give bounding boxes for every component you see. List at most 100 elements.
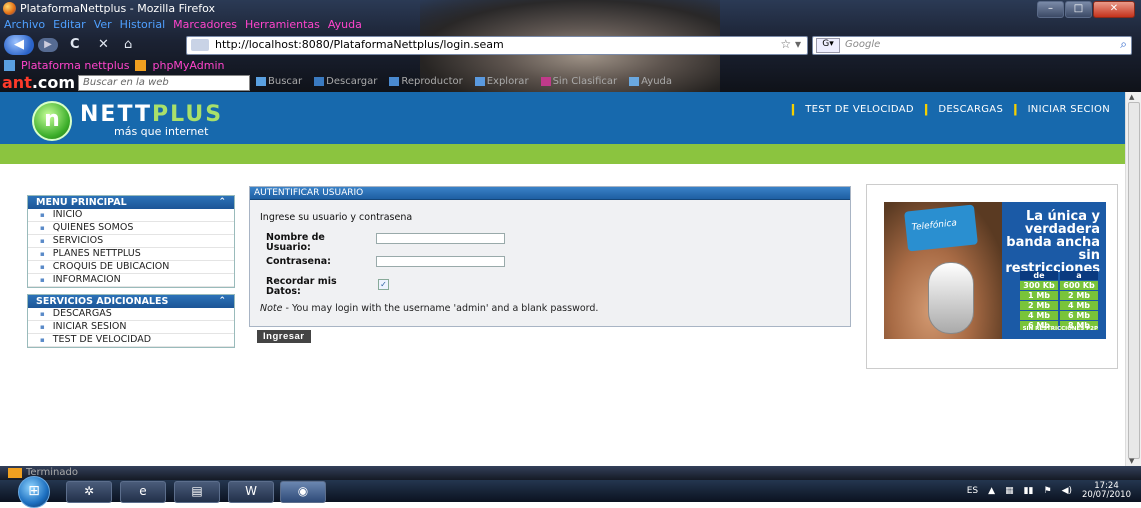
- menu-marcadores[interactable]: Marcadores: [173, 18, 237, 32]
- collapse-chevron-icon[interactable]: ⌃: [218, 196, 226, 209]
- ask-logo: ant.com: [2, 73, 75, 92]
- menu-ver[interactable]: Ver: [94, 18, 112, 32]
- ask-descargar[interactable]: Descargar: [314, 76, 377, 87]
- ask-toolbar: ant.com Buscar en la web Buscar Descarga…: [0, 73, 1141, 92]
- bookmark-plataforma[interactable]: Plataforma nettplus: [21, 59, 129, 72]
- menu-historial[interactable]: Historial: [120, 18, 165, 32]
- vertical-scrollbar[interactable]: ▲ ▼: [1125, 92, 1141, 466]
- bookmarks-toolbar: Plataforma nettplus phpMyAdmin: [0, 58, 224, 72]
- status-icon: [8, 468, 22, 478]
- taskbar-app-ie-icon[interactable]: e: [120, 481, 166, 503]
- ask-ayuda[interactable]: Ayuda: [629, 76, 672, 87]
- home-icon[interactable]: ⌂: [124, 37, 132, 52]
- password-input[interactable]: [376, 256, 505, 267]
- web-page: n NETTPLUS más que internet ǀ TEST DE VE…: [0, 92, 1126, 466]
- top-navigation: ǀ TEST DE VELOCIDAD ǀ DESCARGAS ǀ INICIA…: [791, 102, 1110, 116]
- minimize-button[interactable]: –: [1037, 1, 1064, 18]
- sidebar-item-servicios[interactable]: ▪ SERVICIOS: [28, 235, 234, 248]
- ask-tools: Buscar Descargar Reproductor Explorar Si…: [256, 76, 672, 87]
- bookmark-icon: [4, 59, 15, 71]
- ask-sin-clasificar[interactable]: Sin Clasificar: [540, 76, 617, 87]
- firefox-icon: [3, 2, 16, 15]
- taskbar-app-explorer-icon[interactable]: ▤: [174, 481, 220, 503]
- taskbar-app-firefox-icon[interactable]: ◉: [280, 481, 326, 503]
- ask-search-placeholder: Buscar en la web: [83, 77, 169, 88]
- menu-herramientas[interactable]: Herramientas: [245, 18, 320, 32]
- nav-iniciar-secion[interactable]: INICIAR SECION: [1028, 104, 1110, 115]
- bookmark-star-icon[interactable]: ☆ ▾: [780, 37, 801, 51]
- taskbar-app-word-icon[interactable]: W: [228, 481, 274, 503]
- sidebar-item-croquis[interactable]: ▪ CROQUIS DE UBICACION: [28, 261, 234, 274]
- collapse-chevron-icon[interactable]: ⌃: [218, 295, 226, 308]
- logo-word: NETTPLUS: [80, 102, 224, 127]
- window-controls: – □ ✕: [1037, 1, 1135, 18]
- taskbar-app-network-icon[interactable]: ✲: [66, 481, 112, 503]
- search-placeholder: Google: [845, 39, 881, 50]
- scroll-down-icon[interactable]: ▼: [1129, 457, 1134, 465]
- ask-logo-a: ant: [2, 73, 32, 92]
- password-label: Contrasena:: [266, 256, 331, 267]
- login-header: AUTENTIFICAR USUARIO: [250, 187, 850, 200]
- search-box[interactable]: G▾ Google ⌕: [812, 36, 1132, 55]
- nav-separator: ǀ: [923, 102, 929, 116]
- sidebar-item-test-velocidad[interactable]: ▪ TEST DE VELOCIDAD: [28, 334, 234, 347]
- nav-test-velocidad[interactable]: TEST DE VELOCIDAD: [805, 104, 914, 115]
- sidebar-item-iniciar-sesion[interactable]: ▪ INICIAR SESION: [28, 321, 234, 334]
- sidebar-item-informacion[interactable]: ▪ INFORMACION: [28, 274, 234, 287]
- menu-editar[interactable]: Editar: [53, 18, 86, 32]
- tray-expand-icon[interactable]: ▲: [988, 486, 995, 496]
- menu-principal-panel: MENU PRINCIPAL ⌃ ▪ INICIO ▪ QUIENES SOMOS …: [27, 195, 235, 288]
- sidebar-item-inicio[interactable]: ▪ INICIO: [28, 209, 234, 222]
- ask-search-input[interactable]: Buscar en la web: [78, 75, 250, 91]
- remember-checkbox[interactable]: ✓: [378, 279, 389, 290]
- ingresar-button[interactable]: Ingresar: [257, 330, 311, 343]
- close-button[interactable]: ✕: [1093, 1, 1135, 18]
- phpmyadmin-icon: [135, 59, 147, 71]
- search-icon[interactable]: ⌕: [1120, 37, 1127, 52]
- search-engine-icon[interactable]: G▾: [816, 38, 840, 53]
- forward-button[interactable]: ▶: [38, 38, 58, 52]
- search-icon: [256, 76, 266, 86]
- tray-network-icon[interactable]: ▦: [1005, 486, 1014, 496]
- tray-flag-icon[interactable]: ⚑: [1043, 486, 1051, 496]
- sidebar-item-planes[interactable]: ▪ PLANES NETTPLUS: [28, 248, 234, 261]
- window-titlebar: PlataformaNettplus - Mozilla Firefox – □…: [0, 0, 1141, 18]
- telefonica-ad-banner[interactable]: Telefónica La única y verdadera banda an…: [884, 202, 1106, 339]
- language-indicator[interactable]: ES: [967, 486, 978, 496]
- url-text[interactable]: http://localhost:8080/PlataformaNettplus…: [215, 38, 504, 51]
- ad-footer: SIN RESTRICCIONES P2P: [1022, 326, 1098, 332]
- ad-box: Telefónica La única y verdadera banda an…: [866, 184, 1118, 369]
- ask-reproductor[interactable]: Reproductor: [389, 76, 463, 87]
- sidebar-item-descargas[interactable]: ▪ DESCARGAS: [28, 308, 234, 321]
- scrollbar-thumb[interactable]: [1128, 102, 1140, 459]
- tray-volume-icon[interactable]: ◀): [1062, 486, 1072, 496]
- nav-descargas[interactable]: DESCARGAS: [938, 104, 1003, 115]
- login-note: Note - You may login with the username '…: [260, 303, 599, 314]
- ask-explorar[interactable]: Explorar: [474, 76, 529, 87]
- reload-icon[interactable]: C: [70, 37, 80, 52]
- sidebar-item-quienes-somos[interactable]: ▪ QUIENES SOMOS: [28, 222, 234, 235]
- site-identity-icon[interactable]: [191, 39, 209, 51]
- ad-headline: La única y verdadera banda ancha sin res…: [1005, 209, 1100, 276]
- clock[interactable]: 17:24 20/07/2010: [1082, 482, 1131, 500]
- tray-signal-icon[interactable]: ▮▮: [1024, 486, 1034, 496]
- back-button[interactable]: ◀: [4, 35, 34, 55]
- scroll-up-icon[interactable]: ▲: [1129, 93, 1134, 101]
- explore-icon: [474, 76, 485, 86]
- menu-archivo[interactable]: Archivo: [4, 18, 45, 32]
- bookmark-phpmyadmin[interactable]: phpMyAdmin: [152, 59, 224, 72]
- menu-ayuda[interactable]: Ayuda: [328, 18, 362, 32]
- ad-speed-table: de a 300 Kb 600 Kb 1 Mb 2 Mb 2 Mb 4 Mb 4 Mb 6…: [1020, 271, 1098, 331]
- menu-principal-header[interactable]: MENU PRINCIPAL ⌃: [28, 196, 234, 209]
- download-icon: [314, 76, 325, 86]
- windows-taskbar: ⊞ ✲ e ▤ W ◉ ES ▲ ▦ ▮▮ ⚑ ◀) 17:24 20/07/2…: [0, 476, 1141, 508]
- servicios-adicionales-header[interactable]: SERVICIOS ADICIONALES ⌃: [28, 295, 234, 308]
- start-button[interactable]: ⊞: [18, 476, 50, 508]
- address-bar[interactable]: http://localhost:8080/PlataformaNettplus…: [186, 36, 808, 55]
- ask-buscar[interactable]: Buscar: [256, 76, 302, 87]
- player-icon: [389, 76, 400, 86]
- maximize-button[interactable]: □: [1065, 1, 1092, 18]
- username-input[interactable]: [376, 233, 505, 244]
- stop-icon[interactable]: ✕: [98, 37, 109, 52]
- logo-circle-icon: n: [32, 101, 72, 141]
